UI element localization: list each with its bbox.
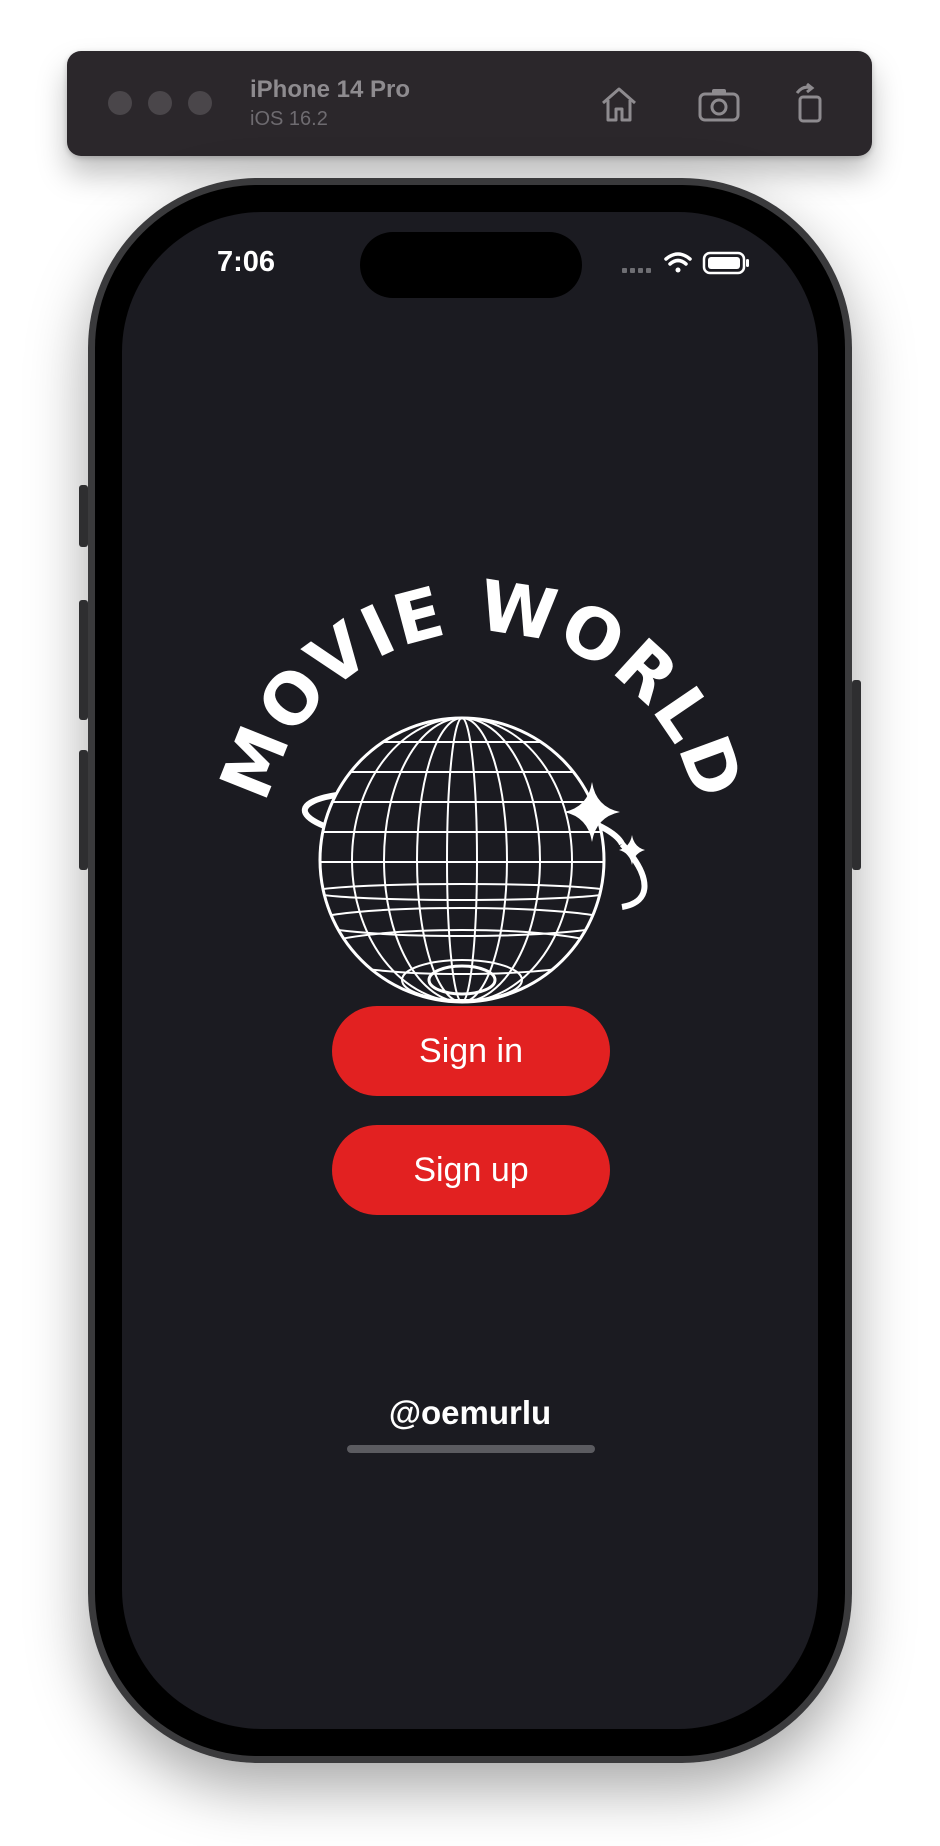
status-icons	[622, 251, 749, 275]
screenshot-icon[interactable]	[694, 79, 744, 129]
window-zoom-button[interactable]	[188, 91, 212, 115]
sign-in-button[interactable]: Sign in	[332, 1006, 610, 1096]
author-handle: @oemurlu	[388, 1394, 552, 1431]
simulator-toolbar: iPhone 14 Pro iOS 16.2	[67, 51, 872, 156]
movie-world-logo: MOVIE WORLD	[204, 564, 758, 1004]
power-button	[852, 680, 861, 870]
dynamic-island	[360, 232, 582, 298]
window-close-button[interactable]	[108, 91, 132, 115]
window-minimize-button[interactable]	[148, 91, 172, 115]
device-name: iPhone 14 Pro	[250, 76, 411, 103]
battery-icon	[702, 251, 749, 275]
volume-down-button	[79, 750, 88, 870]
app-screen: 7:06 MOVIE WORLD Sign in Sign up @oemurl…	[122, 212, 818, 1729]
mute-switch	[79, 485, 88, 547]
home-icon[interactable]	[594, 79, 644, 129]
sparkle-small-icon	[619, 835, 645, 865]
globe-icon	[318, 716, 606, 1004]
rotate-icon[interactable]	[785, 79, 835, 129]
volume-up-button	[79, 600, 88, 720]
wifi-icon	[664, 252, 692, 273]
os-version: iOS 16.2	[250, 108, 328, 130]
home-indicator[interactable]	[347, 1445, 595, 1453]
sign-up-button[interactable]: Sign up	[332, 1125, 610, 1215]
signal-icon	[622, 268, 651, 273]
status-time: 7:06	[217, 246, 276, 278]
